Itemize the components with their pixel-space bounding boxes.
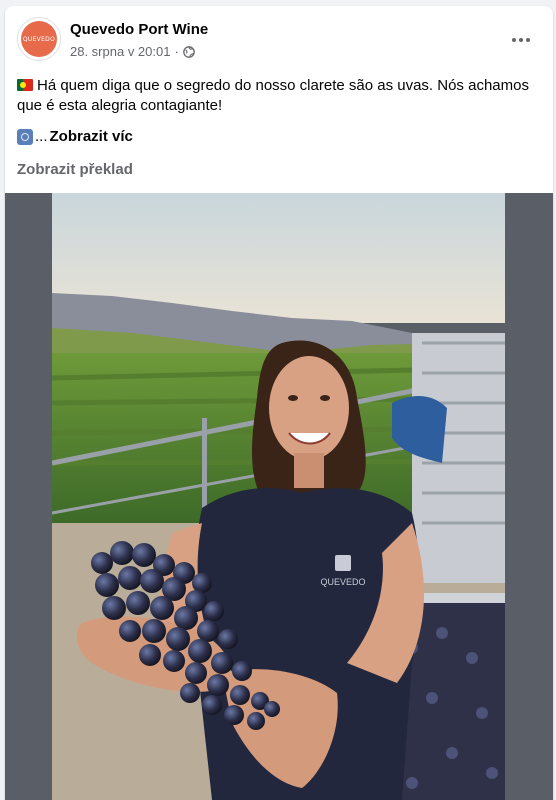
see-more-link[interactable]: Zobrazit víc [50, 128, 133, 145]
post-meta: 28. srpna v 20:01 · [70, 44, 195, 59]
see-translation-link[interactable]: Zobrazit překlad [17, 161, 133, 178]
see-more-row: ... Zobrazit víc [17, 128, 133, 145]
ellipsis: ... [35, 128, 48, 145]
emoji-icon [17, 128, 33, 145]
post-media: QUEVEDO [5, 193, 553, 800]
page-avatar[interactable]: QUEVEDO [17, 17, 61, 61]
post-message: Há quem diga que o segredo do nosso clar… [17, 76, 541, 116]
shirt-logo-text: QUEVEDO [320, 577, 365, 587]
post-photo[interactable]: QUEVEDO [52, 193, 505, 800]
post-message-text: Há quem diga que o segredo do nosso clar… [17, 77, 529, 114]
avatar-logo: QUEVEDO [21, 21, 57, 57]
more-options-icon [512, 38, 530, 42]
meta-separator: · [174, 44, 179, 59]
post-header: QUEVEDO Quevedo Port Wine 28. srpna v 20… [5, 6, 553, 68]
globe-icon[interactable] [182, 45, 195, 58]
post-card: QUEVEDO Quevedo Port Wine 28. srpna v 20… [5, 6, 553, 800]
portugal-flag-icon [17, 79, 33, 91]
post-timestamp[interactable]: 28. srpna v 20:01 [70, 44, 170, 59]
page-name-link[interactable]: Quevedo Port Wine [70, 21, 208, 38]
more-options-button[interactable] [503, 22, 539, 58]
